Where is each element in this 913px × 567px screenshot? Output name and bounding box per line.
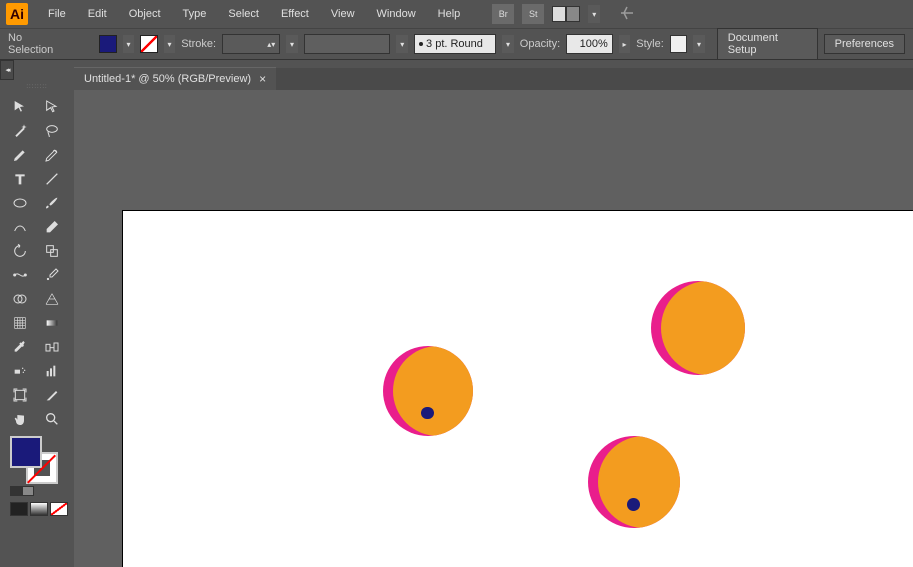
menu-view[interactable]: View xyxy=(321,4,365,24)
toolbox xyxy=(0,80,74,520)
document-tab[interactable]: Untitled-1* @ 50% (RGB/Preview) × xyxy=(74,67,276,90)
opacity-label: Opacity: xyxy=(520,38,560,50)
shape-object[interactable] xyxy=(588,436,680,528)
symbol-sprayer-tool[interactable] xyxy=(6,360,34,382)
orange-circle xyxy=(661,281,745,375)
line-tool[interactable] xyxy=(38,168,66,190)
menu-object[interactable]: Object xyxy=(119,4,171,24)
stroke-dropdown[interactable]: ▾ xyxy=(164,35,176,53)
fill-stroke-indicator[interactable] xyxy=(10,436,58,484)
width-tool[interactable] xyxy=(6,264,34,286)
document-setup-button[interactable]: Document Setup xyxy=(717,28,818,60)
eraser-tool[interactable] xyxy=(38,216,66,238)
control-bar: No Selection ▾ ▾ Stroke: ▴▾ ▾ ▾ 3 pt. Ro… xyxy=(0,28,913,60)
menu-select[interactable]: Select xyxy=(218,4,269,24)
preferences-button[interactable]: Preferences xyxy=(824,34,905,54)
orange-circle xyxy=(598,436,680,528)
shape-object[interactable] xyxy=(383,346,473,436)
slice-tool[interactable] xyxy=(38,384,66,406)
menu-type[interactable]: Type xyxy=(173,4,217,24)
ellipse-tool[interactable] xyxy=(6,192,34,214)
stroke-label: Stroke: xyxy=(181,38,216,50)
selection-tool[interactable] xyxy=(6,96,34,118)
shape-builder-tool[interactable] xyxy=(6,288,34,310)
menu-effect[interactable]: Effect xyxy=(271,4,319,24)
fill-dropdown[interactable]: ▾ xyxy=(123,35,135,53)
eyedropper-tool[interactable] xyxy=(6,336,34,358)
direct-selection-tool[interactable] xyxy=(38,96,66,118)
type-tool[interactable] xyxy=(6,168,34,190)
blend-tool[interactable] xyxy=(38,336,66,358)
gradient-tool[interactable] xyxy=(38,312,66,334)
menu-extras: Br St ▾ xyxy=(492,4,636,25)
app-logo: Ai xyxy=(6,3,28,25)
variable-width-dropdown[interactable]: ▾ xyxy=(396,35,408,53)
style-dropdown[interactable]: ▾ xyxy=(693,35,705,53)
artboard[interactable] xyxy=(122,210,913,567)
menu-file[interactable]: File xyxy=(38,4,76,24)
fill-indicator[interactable] xyxy=(10,436,42,468)
shape-object[interactable] xyxy=(651,281,745,375)
opacity-dropdown[interactable]: ▸ xyxy=(619,35,631,53)
mesh-tool[interactable] xyxy=(6,312,34,334)
shaper-tool[interactable] xyxy=(6,216,34,238)
menu-window[interactable]: Window xyxy=(367,4,426,24)
hand-tool[interactable] xyxy=(6,408,34,430)
swap-fill-stroke-icon[interactable] xyxy=(22,486,34,496)
zoom-tool[interactable] xyxy=(38,408,66,430)
variable-width-field[interactable] xyxy=(304,34,391,54)
paintbrush-tool[interactable] xyxy=(38,192,66,214)
selection-status: No Selection xyxy=(8,32,68,56)
color-mode-none[interactable] xyxy=(50,502,68,516)
menu-bar: Ai File Edit Object Type Select Effect V… xyxy=(0,0,913,28)
perspective-grid-tool[interactable] xyxy=(38,288,66,310)
stroke-weight-field[interactable]: ▴▾ xyxy=(222,34,280,54)
orange-circle xyxy=(393,346,473,436)
artboard-tool[interactable] xyxy=(6,384,34,406)
stroke-weight-dropdown[interactable]: ▾ xyxy=(286,35,298,53)
bridge-button[interactable]: Br xyxy=(492,4,514,24)
free-transform-tool[interactable] xyxy=(38,264,66,286)
brush-field[interactable]: 3 pt. Round xyxy=(414,34,496,54)
style-label: Style: xyxy=(636,38,664,50)
document-tab-bar: Untitled-1* @ 50% (RGB/Preview) × xyxy=(74,68,913,90)
navy-dot xyxy=(627,498,640,511)
stroke-swatch[interactable] xyxy=(140,35,157,53)
fill-swatch[interactable] xyxy=(99,35,116,53)
color-mode-gradient[interactable] xyxy=(30,502,48,516)
style-swatch[interactable] xyxy=(670,35,687,53)
workspace-dropdown[interactable]: ▾ xyxy=(588,5,600,23)
default-fill-stroke-icon[interactable] xyxy=(10,486,22,496)
workspace-layout-icon[interactable] xyxy=(552,6,580,22)
panel-collapse-toggle[interactable] xyxy=(0,60,14,80)
tab-close-button[interactable]: × xyxy=(259,72,266,86)
search-icon[interactable] xyxy=(618,4,636,25)
lasso-tool[interactable] xyxy=(38,120,66,142)
brush-value: 3 pt. Round xyxy=(426,38,483,50)
curvature-tool[interactable] xyxy=(38,144,66,166)
menu-help[interactable]: Help xyxy=(428,4,471,24)
menu-edit[interactable]: Edit xyxy=(78,4,117,24)
brush-preview-icon xyxy=(419,42,423,46)
scale-tool[interactable] xyxy=(38,240,66,262)
stock-button[interactable]: St xyxy=(522,4,544,24)
magic-wand-tool[interactable] xyxy=(6,120,34,142)
tab-title: Untitled-1* @ 50% (RGB/Preview) xyxy=(84,73,251,85)
column-graph-tool[interactable] xyxy=(38,360,66,382)
opacity-field[interactable]: 100% xyxy=(566,34,613,54)
toolbox-grip[interactable] xyxy=(6,84,68,92)
canvas-area[interactable] xyxy=(74,90,913,567)
pen-tool[interactable] xyxy=(6,144,34,166)
navy-dot xyxy=(421,407,434,420)
rotate-tool[interactable] xyxy=(6,240,34,262)
brush-dropdown[interactable]: ▾ xyxy=(502,35,514,53)
color-mode-solid[interactable] xyxy=(10,502,28,516)
